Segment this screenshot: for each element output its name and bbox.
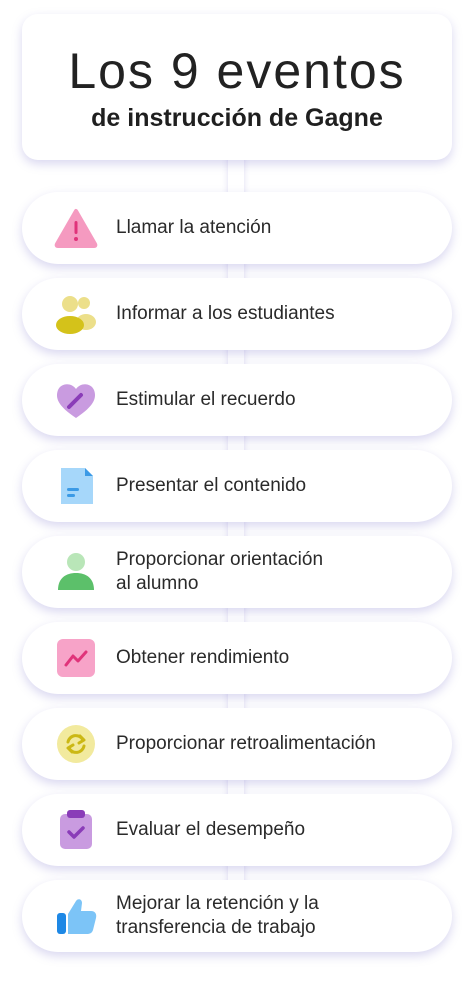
page-title: Los 9 eventos xyxy=(68,43,406,99)
event-label-3: Estimular el recuerdo xyxy=(116,389,296,410)
event-label-8: Evaluar el desempeño xyxy=(116,819,306,840)
event-label-2: Informar a los estudiantes xyxy=(116,303,335,324)
event-label-6: Obtener rendimiento xyxy=(116,647,290,668)
person-icon xyxy=(54,552,98,592)
refresh-cycle-icon xyxy=(54,724,98,764)
clipboard-check-icon xyxy=(54,810,98,850)
event-label-5-line1: Proporcionar orientación xyxy=(116,549,324,570)
trend-chart-icon xyxy=(54,638,98,678)
students-group-icon xyxy=(54,294,98,334)
event-card-9: Mejorar la retención y la transferencia … xyxy=(22,880,452,952)
event-card-4: Presentar el contenido xyxy=(22,450,452,522)
document-icon xyxy=(54,466,98,506)
event-card-3: Estimular el recuerdo xyxy=(22,364,452,436)
heart-pen-icon xyxy=(54,380,98,420)
event-label-7: Proporcionar retroalimentación xyxy=(116,733,376,754)
event-card-6: Obtener rendimiento xyxy=(22,622,452,694)
event-label-5-line2: al alumno xyxy=(116,573,199,594)
thumbs-up-icon xyxy=(54,896,98,936)
event-card-2: Informar a los estudiantes xyxy=(22,278,452,350)
event-card-1: Llamar la atención xyxy=(22,192,452,264)
event-label-1: Llamar la atención xyxy=(116,217,272,238)
event-card-8: Evaluar el desempeño xyxy=(22,794,452,866)
event-card-7: Proporcionar retroalimentación xyxy=(22,708,452,780)
event-label-9-line1: Mejorar la retención y la xyxy=(116,893,319,914)
event-label-9-line2: transferencia de trabajo xyxy=(116,917,316,938)
event-label-4: Presentar el contenido xyxy=(116,475,307,496)
warning-triangle-icon xyxy=(54,208,98,248)
page-subtitle: de instrucción de Gagne xyxy=(91,104,383,132)
event-card-5: Proporcionar orientación al alumno xyxy=(22,536,452,608)
title-card: Los 9 eventos de instrucción de Gagne xyxy=(22,14,452,160)
